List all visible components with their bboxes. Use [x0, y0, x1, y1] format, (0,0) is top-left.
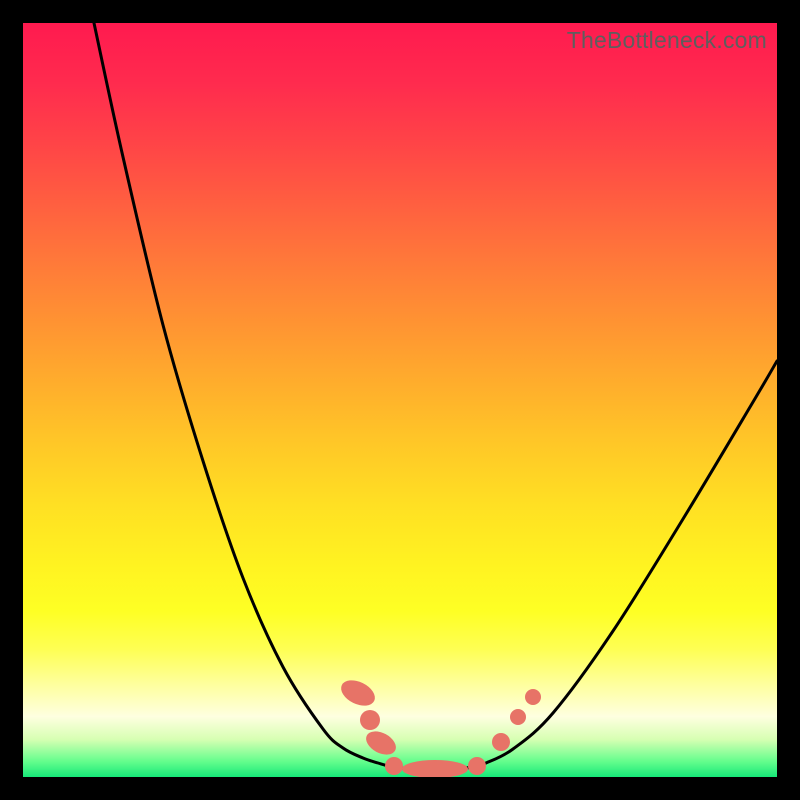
curve-group [94, 23, 777, 769]
bottleneck-curve-svg [23, 23, 777, 777]
data-marker-0 [337, 675, 379, 711]
data-marker-1 [360, 710, 380, 730]
bottleneck-curve [94, 23, 777, 769]
data-marker-4 [402, 760, 468, 777]
data-marker-3 [385, 757, 403, 775]
data-marker-6 [492, 733, 510, 751]
data-marker-5 [468, 757, 486, 775]
data-marker-7 [510, 709, 526, 725]
data-marker-2 [362, 727, 400, 760]
chart-plot-area: TheBottleneck.com [23, 23, 777, 777]
marker-group [337, 675, 541, 777]
data-marker-8 [525, 689, 541, 705]
